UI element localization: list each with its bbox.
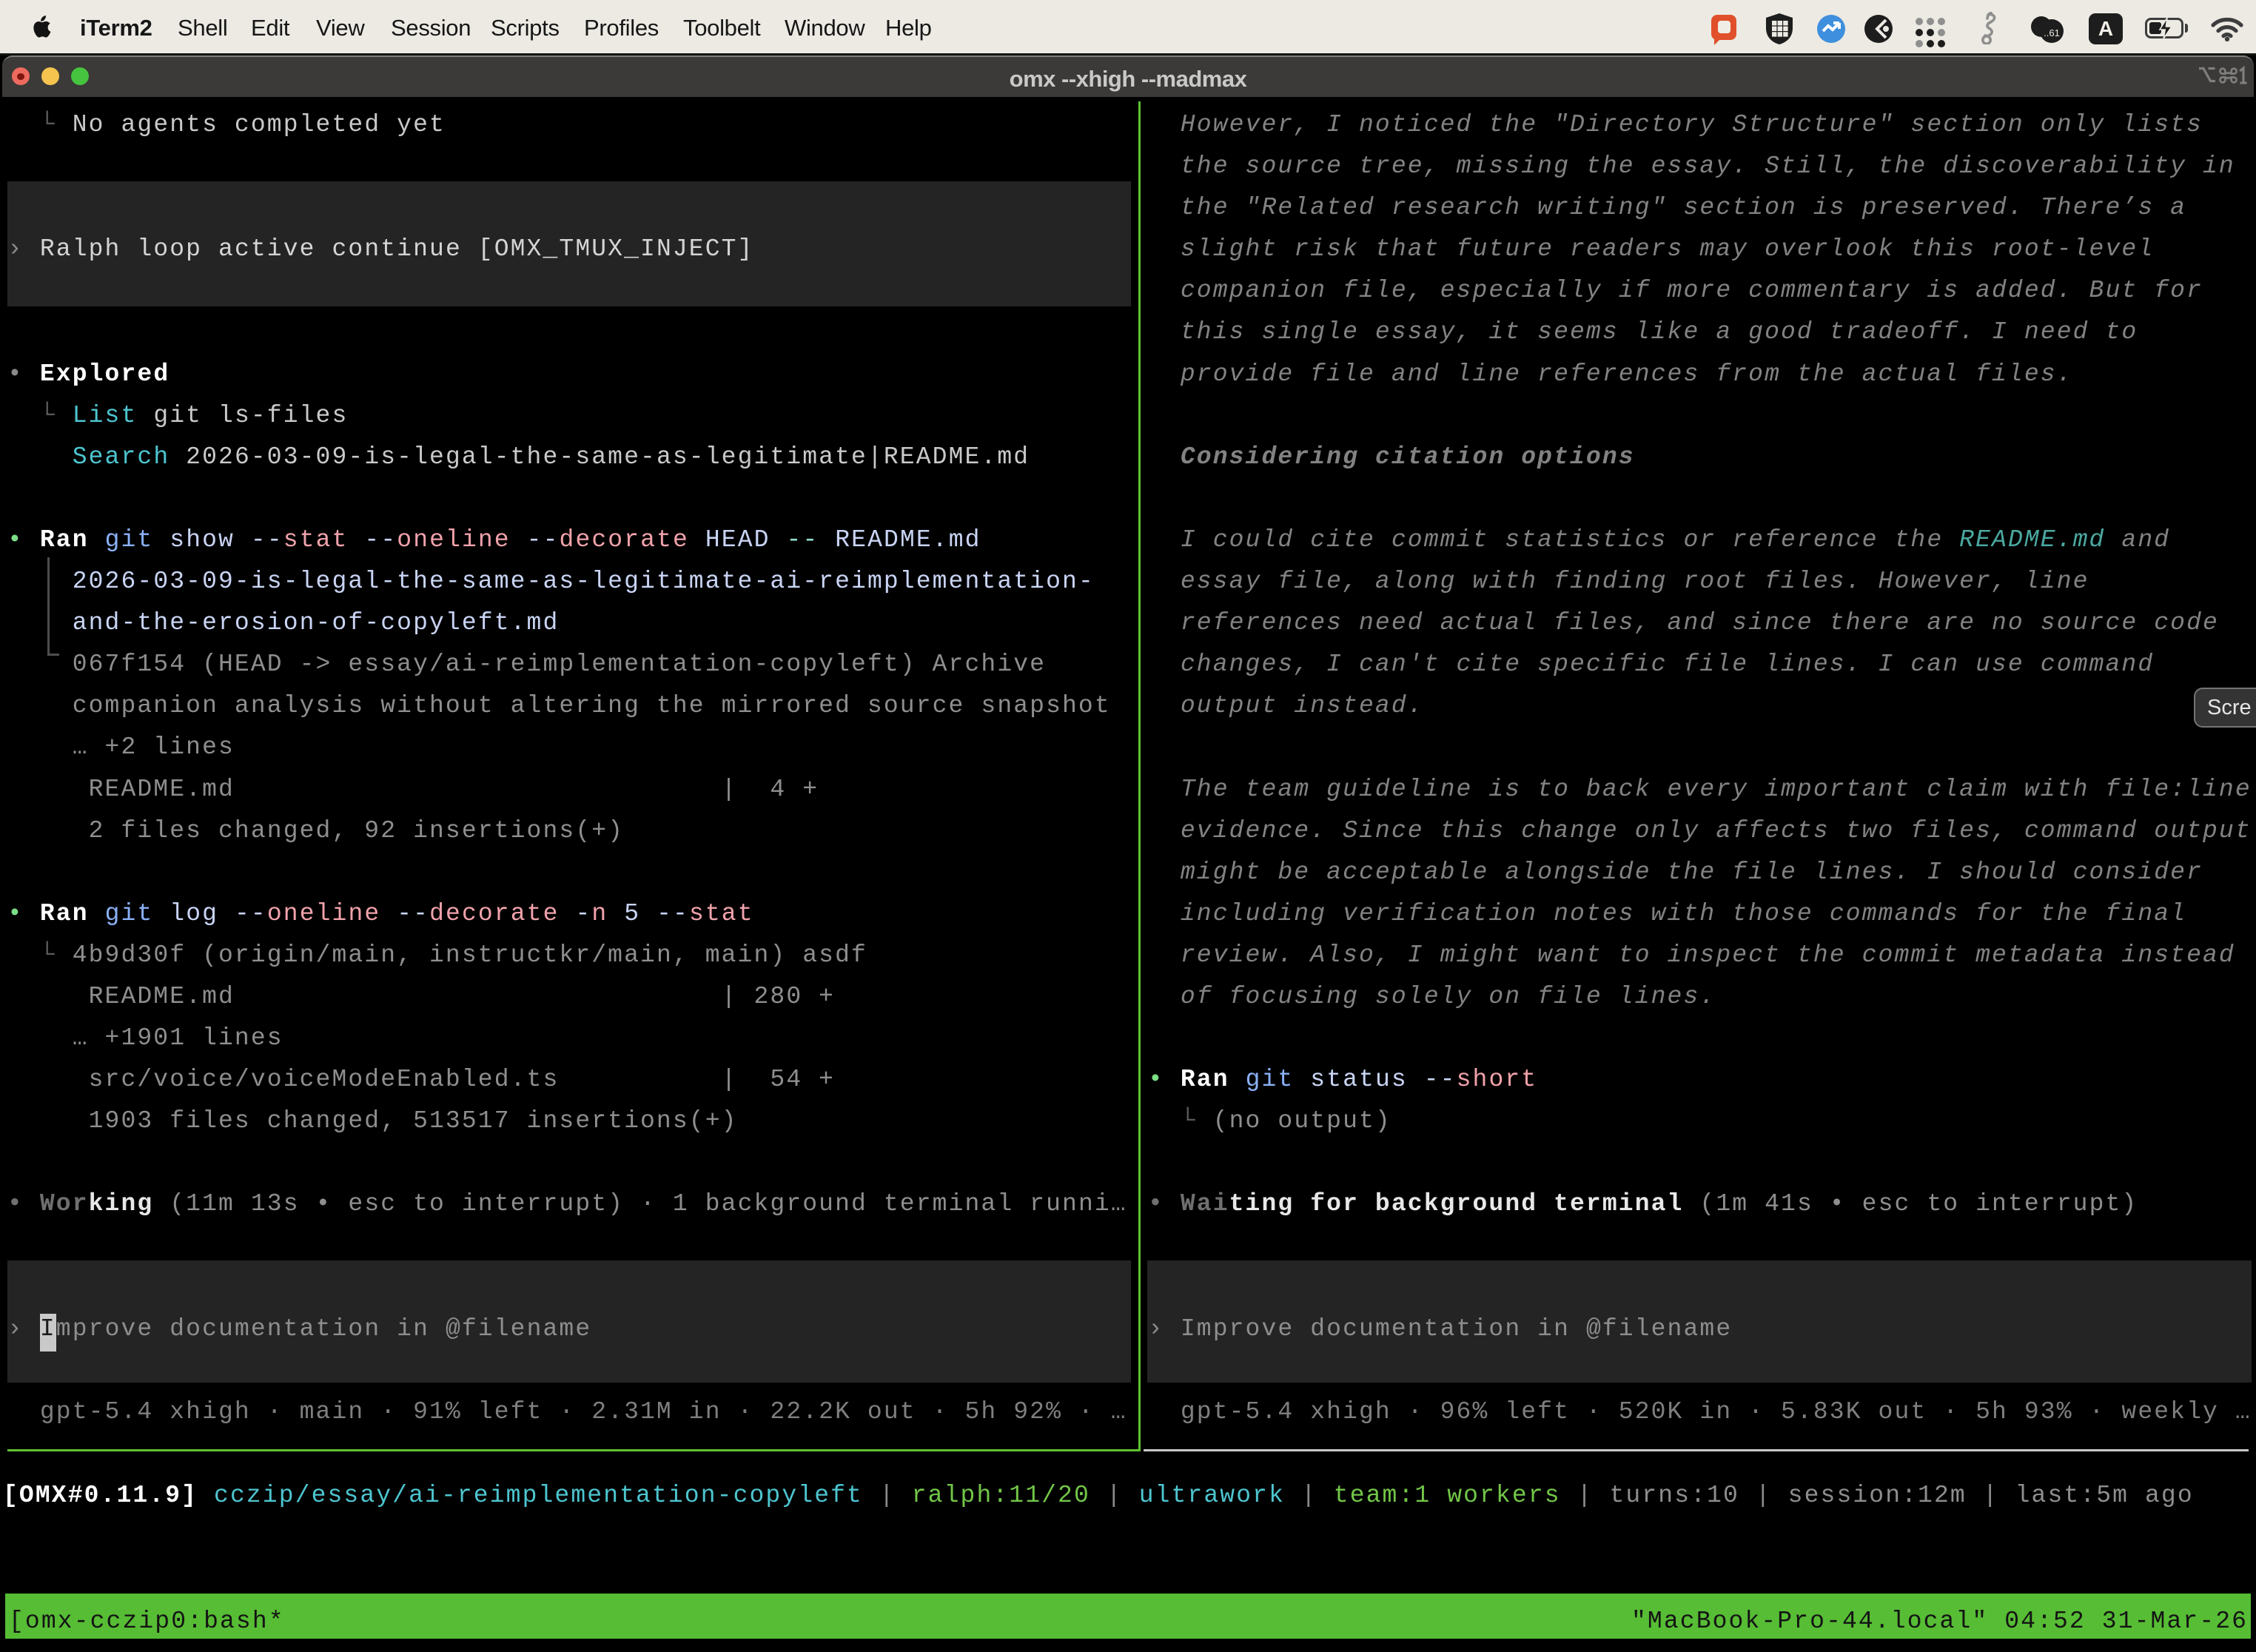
svg-text:..61: ..61 xyxy=(2044,27,2060,38)
